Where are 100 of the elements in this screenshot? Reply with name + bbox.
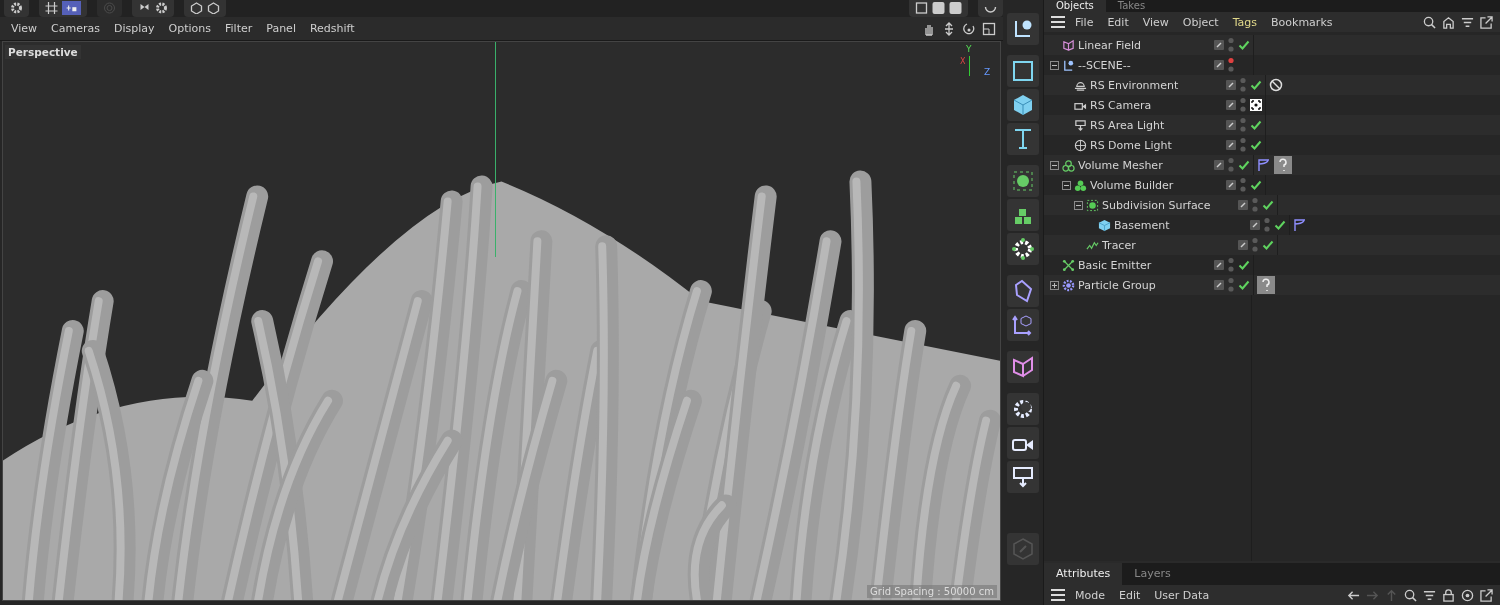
panel-tab[interactable]: Attributes	[1044, 563, 1123, 585]
target-icon[interactable]	[1250, 99, 1262, 111]
menu-item[interactable]: User Data	[1147, 588, 1217, 602]
menu-item[interactable]: Redshift	[302, 22, 362, 35]
edit-icon[interactable]	[1214, 60, 1224, 70]
menu-item[interactable]: Edit	[1112, 588, 1148, 602]
new-window-icon[interactable]	[1480, 588, 1493, 602]
visibility-dots-icon[interactable]	[1228, 257, 1234, 273]
gear-icon[interactable]	[10, 1, 23, 14]
menu-item[interactable]: Bookmarks	[1264, 15, 1340, 29]
visibility-dots-icon[interactable]	[1240, 97, 1246, 113]
edit-icon[interactable]	[1226, 100, 1236, 110]
edit-icon[interactable]	[1226, 180, 1236, 190]
menu-item[interactable]: View	[4, 22, 45, 35]
phong-tag-icon[interactable]	[1257, 158, 1271, 172]
visibility-dots-icon[interactable]	[1252, 237, 1258, 253]
square-icon[interactable]	[915, 1, 928, 14]
checkmark-icon[interactable]	[1238, 279, 1250, 291]
filter-icon[interactable]	[1423, 588, 1436, 602]
checkmark-icon[interactable]	[1262, 239, 1274, 251]
panel-tab[interactable]: Objects	[1044, 0, 1106, 12]
menu-item[interactable]: Mode	[1068, 588, 1112, 602]
checkmark-icon[interactable]	[1250, 139, 1262, 151]
checkmark-icon[interactable]	[1250, 179, 1262, 191]
menu-item[interactable]: Object	[1175, 15, 1226, 29]
object-row[interactable]: Volume Builder	[1044, 175, 1500, 195]
edit-icon[interactable]	[1214, 280, 1224, 290]
menu-item[interactable]: Panel	[259, 22, 303, 35]
visibility-dots-icon[interactable]	[1240, 177, 1246, 193]
edit-icon[interactable]	[1226, 80, 1236, 90]
panel-tab[interactable]: Takes	[1105, 0, 1158, 12]
edit-icon[interactable]	[1214, 40, 1224, 50]
edit-icon[interactable]	[1238, 240, 1248, 250]
object-row[interactable]: RS Area Light	[1044, 115, 1500, 135]
menu-item[interactable]: View	[1135, 15, 1176, 29]
home-icon[interactable]	[1442, 15, 1455, 29]
checkmark-icon[interactable]	[1250, 79, 1262, 91]
object-row[interactable]: Linear Field	[1044, 35, 1500, 55]
collapse-icon[interactable]	[1074, 200, 1083, 210]
cube-tool-button[interactable]	[1007, 89, 1039, 121]
rotate-icon[interactable]	[962, 21, 976, 36]
menu-icon[interactable]	[1051, 16, 1065, 28]
visibility-dots-icon[interactable]	[1252, 197, 1258, 213]
object-row[interactable]: Tracer	[1044, 235, 1500, 255]
checkmark-icon[interactable]	[1238, 259, 1250, 271]
menu-item[interactable]: Options	[161, 22, 218, 35]
object-row[interactable]: RS Environment	[1044, 75, 1500, 95]
checkmark-icon[interactable]	[1274, 219, 1286, 231]
search-icon[interactable]	[1423, 15, 1436, 29]
lock-snap-icon[interactable]	[62, 0, 81, 15]
menu-icon[interactable]	[1051, 589, 1065, 601]
visibility-dots-icon[interactable]	[1264, 217, 1270, 233]
grid-icon[interactable]	[45, 1, 58, 14]
field-tool-button[interactable]	[1007, 351, 1039, 383]
collapse-icon[interactable]	[1050, 160, 1059, 170]
visibility-dots-icon[interactable]	[1240, 77, 1246, 93]
search-icon[interactable]	[1404, 588, 1417, 602]
visibility-dots-icon[interactable]	[1228, 37, 1234, 53]
expand-icon[interactable]	[1050, 280, 1059, 290]
collapse-icon[interactable]	[1050, 60, 1059, 70]
hexagon-icon[interactable]	[190, 1, 203, 14]
new-window-icon[interactable]	[1480, 15, 1493, 29]
edit-icon[interactable]	[1214, 160, 1224, 170]
object-row[interactable]: Subdivision Surface	[1044, 195, 1500, 215]
filter-icon[interactable]	[1461, 15, 1474, 29]
forbidden-tag-icon[interactable]	[1269, 78, 1283, 92]
menu-item[interactable]: Filter	[218, 22, 260, 35]
text-tool-button[interactable]	[1007, 123, 1039, 155]
visibility-dots-icon[interactable]	[1240, 117, 1246, 133]
viewport[interactable]: Perspective Y X Z Grid Spacing : 50000 cm	[2, 41, 1001, 601]
material-tag-icon[interactable]	[1274, 156, 1292, 174]
checkmark-icon[interactable]	[1250, 119, 1262, 131]
visibility-dots-icon[interactable]	[1240, 137, 1246, 153]
menu-item[interactable]: Display	[107, 22, 162, 35]
checkmark-icon[interactable]	[1238, 39, 1250, 51]
menu-item[interactable]: Cameras	[44, 22, 107, 35]
object-row[interactable]: Volume Mesher	[1044, 155, 1500, 175]
edit-icon[interactable]	[1226, 140, 1236, 150]
visibility-dots-icon[interactable]	[1228, 157, 1234, 173]
hexagon-icon[interactable]	[207, 1, 220, 14]
menu-item[interactable]: Tags	[1225, 15, 1265, 29]
menu-item[interactable]: File	[1068, 15, 1101, 29]
edit-icon[interactable]	[1214, 260, 1224, 270]
null-tool-button[interactable]	[1007, 13, 1039, 45]
maximize-icon[interactable]	[982, 21, 996, 36]
material-tag-icon[interactable]	[1257, 276, 1275, 294]
collapse-icon[interactable]	[1062, 180, 1071, 190]
move-arrows-icon[interactable]	[942, 21, 956, 36]
panel-tab[interactable]: Layers	[1122, 563, 1183, 585]
edit-icon[interactable]	[1238, 200, 1248, 210]
edit-icon[interactable]	[1226, 120, 1236, 130]
lock-icon[interactable]	[1442, 588, 1455, 602]
checkmark-icon[interactable]	[1238, 159, 1250, 171]
checkmark-icon[interactable]	[1262, 199, 1274, 211]
visibility-dots-icon[interactable]	[1228, 277, 1234, 293]
phong-tag-icon[interactable]	[1293, 218, 1307, 232]
menu-item[interactable]: Edit	[1100, 15, 1136, 29]
gear-icon[interactable]	[155, 1, 168, 14]
edit-icon[interactable]	[1250, 220, 1260, 230]
visibility-dots-icon[interactable]	[1228, 57, 1234, 73]
